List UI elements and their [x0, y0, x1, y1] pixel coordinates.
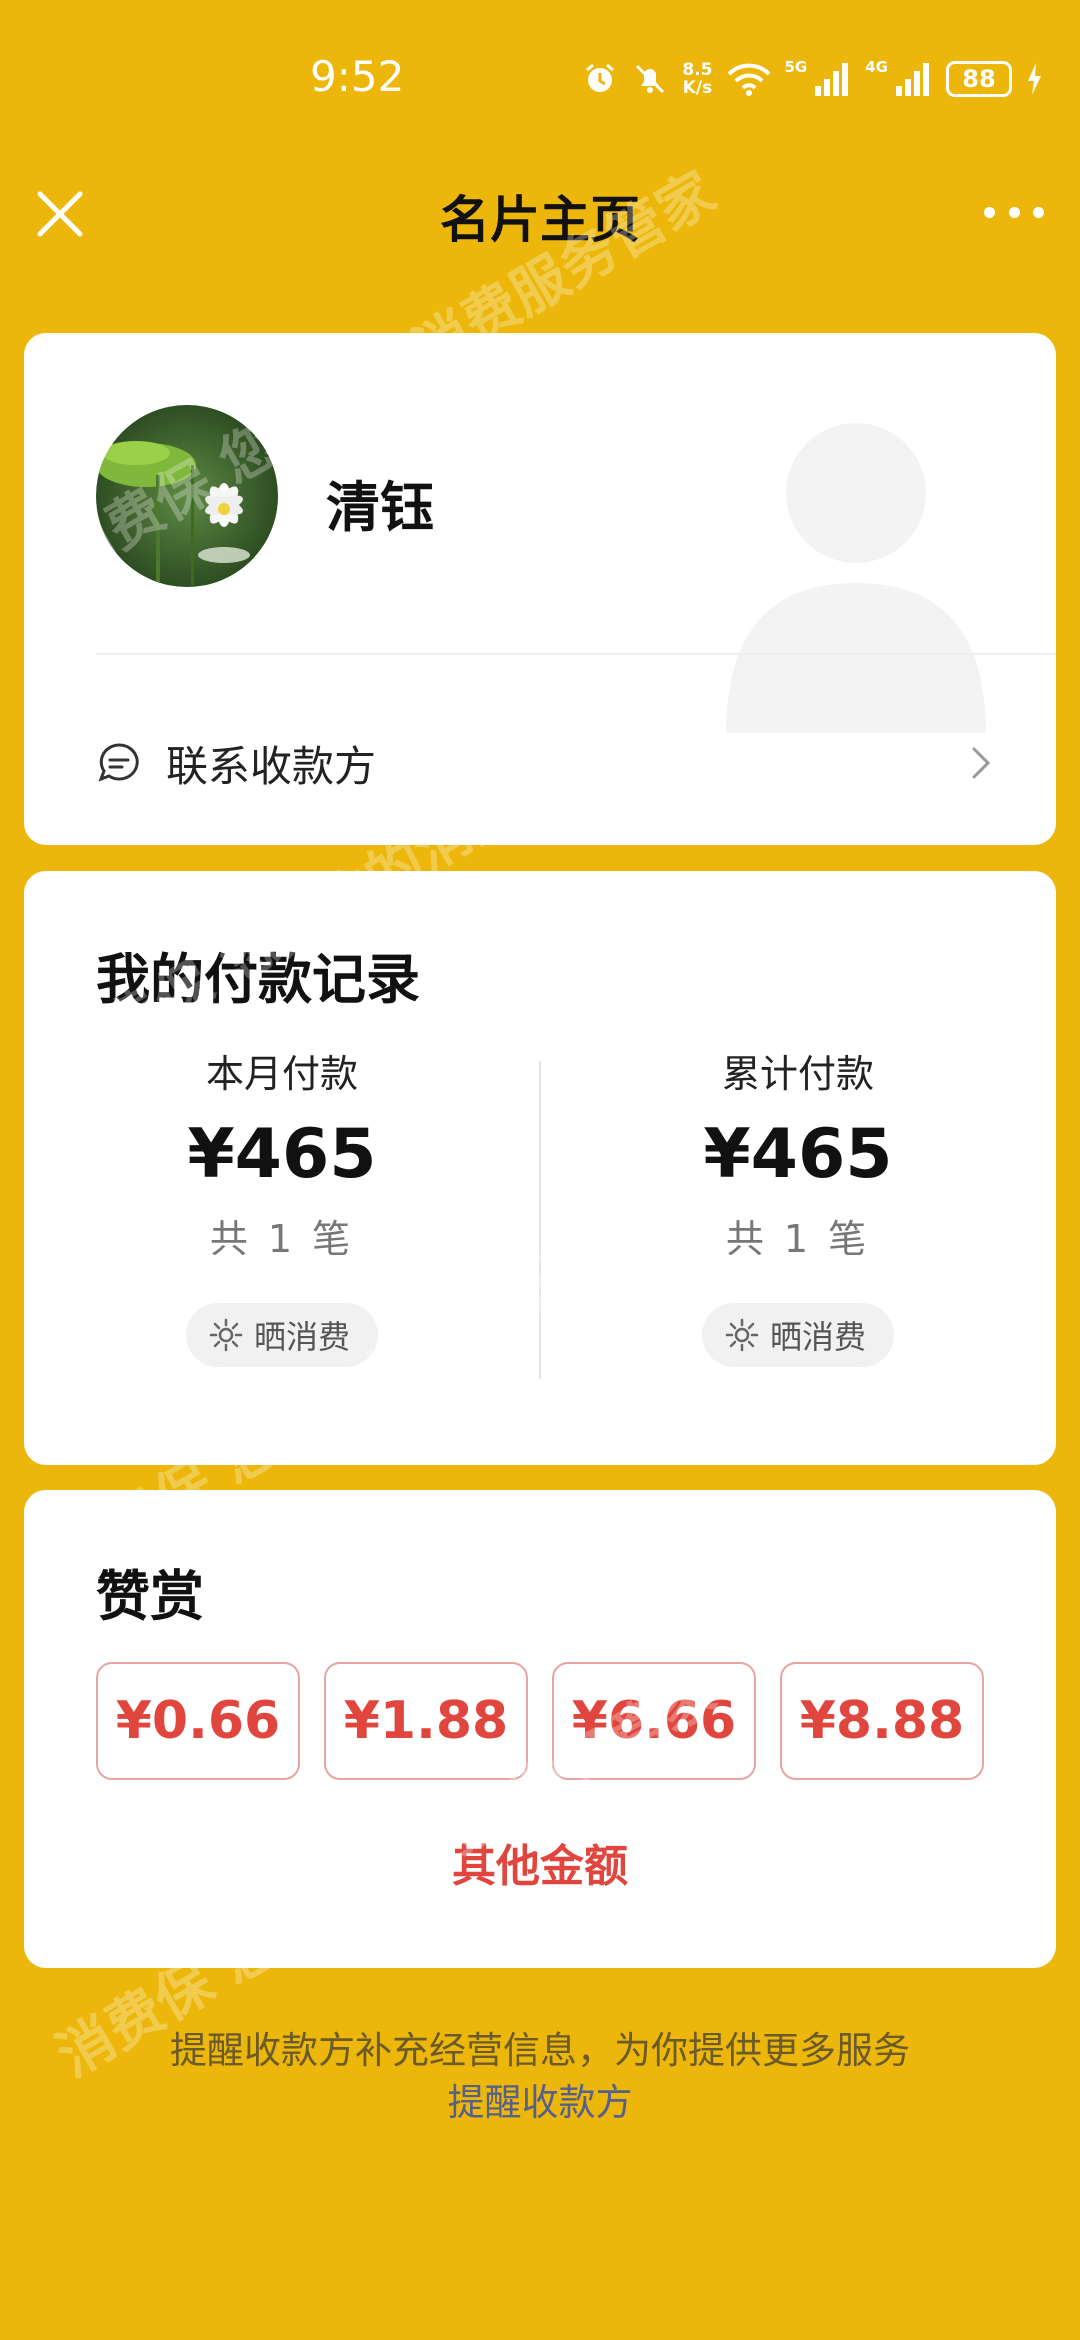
divider [96, 653, 1056, 655]
reward-title: 赞赏 [96, 1565, 204, 1628]
month-payment: 本月付款 ¥465 共 1 笔 晒消费 [24, 1043, 540, 1367]
mute-bell-icon [636, 64, 665, 94]
chat-bubble-icon [98, 743, 139, 782]
reward-option-button[interactable]: ¥1.88 [324, 1662, 528, 1780]
total-payment-label: 累计付款 [721, 1052, 874, 1096]
month-payment-amount: ¥465 [187, 1115, 377, 1194]
lotus-avatar-image [96, 405, 278, 587]
contact-payee-label: 联系收款方 [166, 741, 377, 791]
sun-icon [209, 1318, 243, 1352]
alarm-icon [586, 63, 615, 92]
month-payment-count: 共 1 笔 [209, 1217, 355, 1261]
avatar[interactable] [96, 405, 278, 587]
other-amount-button[interactable]: 其他金额 [24, 1830, 1056, 1894]
signal-2-icon [896, 63, 929, 96]
share-spending-label: 晒消费 [253, 1318, 350, 1356]
signal-1-icon [815, 63, 849, 96]
signal-2-label: 4G [865, 58, 888, 76]
total-payment-count: 共 1 笔 [725, 1217, 871, 1261]
charging-icon [1028, 63, 1041, 95]
total-payment: 累计付款 ¥465 共 1 笔 晒消费 [540, 1043, 1056, 1367]
reward-option-button[interactable]: ¥0.66 [96, 1662, 300, 1780]
sun-icon [725, 1318, 759, 1352]
payment-records-card: 我的付款记录 本月付款 ¥465 共 1 笔 晒消费 累计付款 ¥465 共 1… [24, 871, 1056, 1465]
wifi-icon [727, 63, 770, 96]
profile-name: 清钰 [326, 476, 434, 539]
reward-options: ¥0.66 ¥1.88 ¥6.66 ¥8.88 [96, 1662, 984, 1780]
contact-payee-row[interactable]: 联系收款方 [96, 713, 996, 813]
more-options-icon[interactable] [984, 192, 1044, 232]
status-icons: 8.5 K/s 5G 4G 88 [582, 52, 1042, 106]
page-title: 名片主页 [440, 191, 640, 249]
net-speed-unit: K/s [682, 78, 713, 98]
total-payment-amount: ¥465 [703, 1115, 893, 1194]
share-spending-button[interactable]: 晒消费 [701, 1303, 894, 1367]
battery-indicator: 88 [946, 61, 1012, 97]
profile-card: 清钰 联系收款方 [24, 333, 1056, 845]
reward-card: 赞赏 ¥0.66 ¥1.88 ¥6.66 ¥8.88 其他金额 [24, 1490, 1056, 1968]
chevron-right-icon [972, 747, 991, 779]
payment-records-title: 我的付款记录 [96, 948, 420, 1011]
remind-payee-link[interactable]: 提醒收款方 [0, 2072, 1080, 2126]
reward-option-button[interactable]: ¥8.88 [780, 1662, 984, 1780]
month-payment-label: 本月付款 [205, 1052, 358, 1096]
net-speed-value: 8.5 [682, 60, 713, 80]
status-time: 9:52 [310, 52, 405, 101]
share-spending-label: 晒消费 [769, 1318, 866, 1356]
person-silhouette-icon [726, 423, 986, 733]
header: 名片主页 [0, 170, 1080, 260]
signal-1-label: 5G [784, 58, 808, 76]
reward-option-button[interactable]: ¥6.66 [552, 1662, 756, 1780]
status-bar: 9:52 8.5 K/s 5G 4G 88 [0, 0, 1080, 160]
share-spending-button[interactable]: 晒消费 [185, 1303, 378, 1367]
footer-tip: 提醒收款方补充经营信息，为你提供更多服务 [170, 2029, 910, 2072]
net-speed: 8.5 K/s [682, 61, 712, 97]
